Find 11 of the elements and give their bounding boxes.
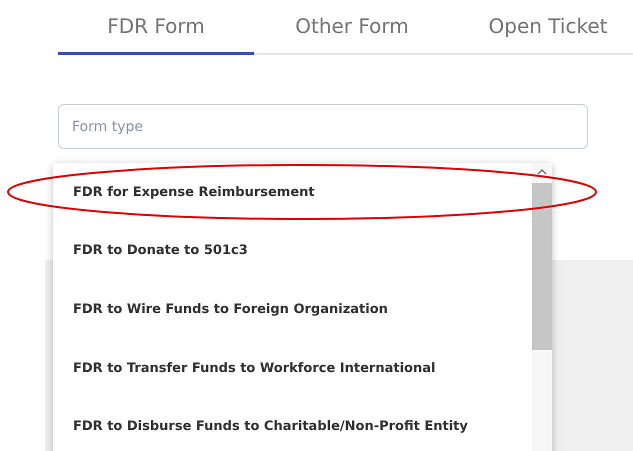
tab[interactable]: FDR Form: [58, 0, 254, 55]
dropdown-option[interactable]: FDR to Disburse Funds to Charitable/Non-Profit Entity: [53, 397, 532, 451]
tab[interactable]: Other Form: [254, 0, 450, 55]
form-type-field[interactable]: Form type: [58, 104, 588, 149]
scroll-up-icon[interactable]: [537, 168, 547, 175]
tab[interactable]: Open Ticket: [450, 0, 633, 55]
dropdown-option[interactable]: FDR to Transfer Funds to Workforce International: [53, 338, 532, 398]
dropdown-option[interactable]: FDR to Donate to 501c3: [53, 222, 532, 280]
dropdown-option[interactable]: FDR to Wire Funds to Foreign Organization: [53, 280, 532, 339]
scrollbar[interactable]: [532, 163, 552, 451]
scrollbar-thumb[interactable]: [532, 183, 552, 350]
